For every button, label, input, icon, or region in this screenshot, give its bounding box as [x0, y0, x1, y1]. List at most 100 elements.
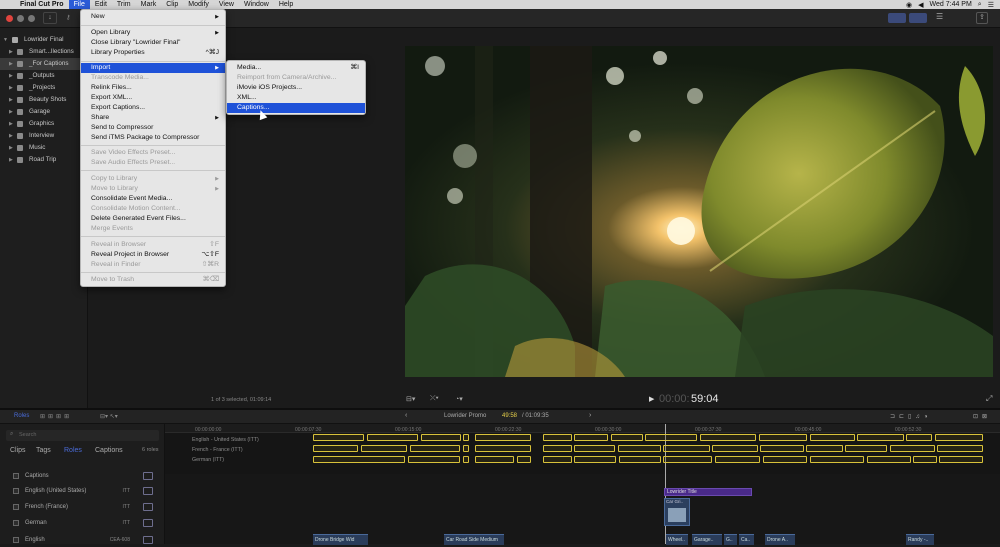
- tab-tags[interactable]: Tags: [36, 447, 51, 454]
- role-checkbox[interactable]: [13, 488, 19, 494]
- menu-item-send-to-compressor[interactable]: Send to Compressor: [81, 123, 225, 133]
- library-item-interview[interactable]: ▶ Interview: [0, 130, 88, 142]
- caption-clip[interactable]: [408, 456, 460, 463]
- timeline-ruler[interactable]: 00:00:00:00 00:00:07:30 00:00:15:00 00:0…: [165, 424, 1000, 433]
- import-icon[interactable]: ↓: [43, 12, 57, 24]
- menu-item-export-xml[interactable]: Export XML...: [81, 93, 225, 103]
- caption-clip[interactable]: [475, 434, 531, 441]
- forward-arrow-icon[interactable]: ›: [589, 412, 591, 419]
- arrow-tool-icon[interactable]: ⊟▾ ↖▾: [100, 413, 118, 420]
- library-item-outputs[interactable]: ▶ _Outputs: [0, 70, 88, 82]
- clock[interactable]: Wed 7:44 PM: [930, 1, 972, 8]
- menu-item-move-to-trash[interactable]: Move to Trash ⌘⌫: [81, 275, 225, 285]
- caption-clip[interactable]: [517, 456, 531, 463]
- caption-clip[interactable]: [543, 456, 572, 463]
- caption-clip[interactable]: [913, 456, 937, 463]
- caption-clip[interactable]: [867, 456, 911, 463]
- role-german[interactable]: German ITT: [8, 516, 158, 530]
- role-icon[interactable]: [143, 472, 153, 480]
- caption-clip[interactable]: [700, 434, 756, 441]
- storyline-clip[interactable]: Randy -..: [906, 534, 934, 545]
- caption-clip[interactable]: [475, 456, 514, 463]
- role-english-us[interactable]: English (United States) ITT: [8, 484, 158, 498]
- menu-view[interactable]: View: [214, 0, 239, 9]
- menu-edit[interactable]: Edit: [90, 0, 112, 9]
- menu-item-save-video-preset[interactable]: Save Video Effects Preset...: [81, 148, 225, 158]
- role-icon[interactable]: [143, 487, 153, 495]
- browser-toggle-button[interactable]: [888, 13, 906, 23]
- storyline-clip[interactable]: Drone A..: [765, 534, 795, 545]
- caption-clip[interactable]: [410, 445, 460, 452]
- caption-clip[interactable]: [935, 434, 983, 441]
- caption-clip[interactable]: [806, 445, 843, 452]
- library-item-road-trip[interactable]: ▶ Road Trip: [0, 154, 88, 166]
- caption-clip[interactable]: [313, 456, 405, 463]
- fullscreen-icon[interactable]: ⤢: [986, 394, 992, 404]
- menu-item-reimport[interactable]: Reimport from Camera/Archive...: [227, 73, 365, 83]
- wifi-icon[interactable]: ◉: [906, 1, 912, 9]
- caption-clip[interactable]: [421, 434, 461, 441]
- back-arrow-icon[interactable]: ‹: [405, 412, 407, 419]
- menu-item-export-captions[interactable]: Export Captions...: [81, 103, 225, 113]
- transform-icon[interactable]: ⤫▾: [430, 395, 439, 403]
- library-item-lowrider-final[interactable]: ▼ Lowrider Final: [0, 34, 88, 46]
- play-button[interactable]: ▶: [649, 395, 654, 403]
- caption-clip[interactable]: [663, 445, 710, 452]
- library-item-beauty-shots[interactable]: ▶ Beauty Shots: [0, 94, 88, 106]
- caption-clip[interactable]: [890, 445, 935, 452]
- zoom-window-button[interactable]: [28, 15, 35, 22]
- menu-item-share[interactable]: Share ▶: [81, 113, 225, 123]
- effects-icon[interactable]: ⊡⊠: [973, 413, 991, 420]
- search-icon[interactable]: ⌕: [978, 1, 982, 9]
- caption-clip[interactable]: [574, 434, 608, 441]
- caption-clip[interactable]: [619, 456, 661, 463]
- storyline-clip[interactable]: Garage..: [692, 534, 722, 545]
- roles-tab[interactable]: Roles: [14, 413, 29, 419]
- menu-file[interactable]: File: [68, 0, 90, 9]
- caption-clip[interactable]: [857, 434, 904, 441]
- caption-clip[interactable]: [763, 456, 807, 463]
- menu-item-captions[interactable]: Captions...: [227, 103, 365, 113]
- tab-clips[interactable]: Clips: [10, 447, 26, 454]
- caption-clip[interactable]: [463, 434, 469, 441]
- caption-clip[interactable]: [313, 434, 364, 441]
- minimize-window-button[interactable]: [17, 15, 24, 22]
- storyline-clip[interactable]: Ca..: [739, 534, 754, 545]
- caption-clip[interactable]: [367, 434, 418, 441]
- library-item-music[interactable]: ▶ Music: [0, 142, 88, 154]
- library-item-projects[interactable]: ▶ _Projects: [0, 82, 88, 94]
- library-item-for-captions[interactable]: ▶ _For Captions: [0, 58, 88, 70]
- timeline-toggle-button[interactable]: [909, 13, 927, 23]
- role-checkbox[interactable]: [13, 473, 19, 479]
- caption-clip[interactable]: [760, 445, 804, 452]
- caption-clip[interactable]: [937, 445, 983, 452]
- storyline-clip[interactable]: G..: [724, 534, 737, 545]
- role-captions[interactable]: Captions: [8, 469, 158, 483]
- timecode[interactable]: 59:04: [691, 393, 719, 405]
- storyline-clip[interactable]: Wheel..: [666, 534, 688, 545]
- caption-clip[interactable]: [543, 445, 572, 452]
- caption-clip[interactable]: [574, 456, 616, 463]
- menu-item-imovie-ios[interactable]: iMovie iOS Projects...: [227, 83, 365, 93]
- caption-clip[interactable]: [475, 445, 531, 452]
- connected-clip[interactable]: Car Gri..: [664, 498, 690, 526]
- caption-clip[interactable]: [313, 445, 358, 452]
- share-icon[interactable]: ⇪: [976, 12, 988, 24]
- caption-clip[interactable]: [939, 456, 983, 463]
- menu-clip[interactable]: Clip: [161, 0, 183, 9]
- notification-icon[interactable]: ☰: [988, 1, 994, 9]
- timeline-tools-icon[interactable]: ⊐⊏▯♫◑: [890, 413, 931, 420]
- speed-icon[interactable]: ◔▾: [455, 395, 463, 403]
- menu-item-xml[interactable]: XML...: [227, 93, 365, 103]
- menu-item-close-library[interactable]: Close Library "Lowrider Final": [81, 38, 225, 48]
- caption-clip[interactable]: [463, 456, 469, 463]
- primary-storyline-area[interactable]: [165, 474, 1000, 544]
- role-english-608[interactable]: English CEA-608: [8, 533, 158, 547]
- volume-icon[interactable]: ◀: [918, 1, 923, 9]
- storyline-clip[interactable]: Car Road Side Medium: [444, 534, 504, 545]
- menu-item-import[interactable]: Import ▶: [81, 63, 225, 73]
- menu-item-reveal-project[interactable]: Reveal Project in Browser ⌥⇧F: [81, 250, 225, 260]
- menu-item-copy-to-library[interactable]: Copy to Library ▶: [81, 174, 225, 184]
- index-tools-icon[interactable]: ⊞⊞⊞⊞: [40, 413, 72, 420]
- inspector-icon[interactable]: ☰: [936, 12, 943, 21]
